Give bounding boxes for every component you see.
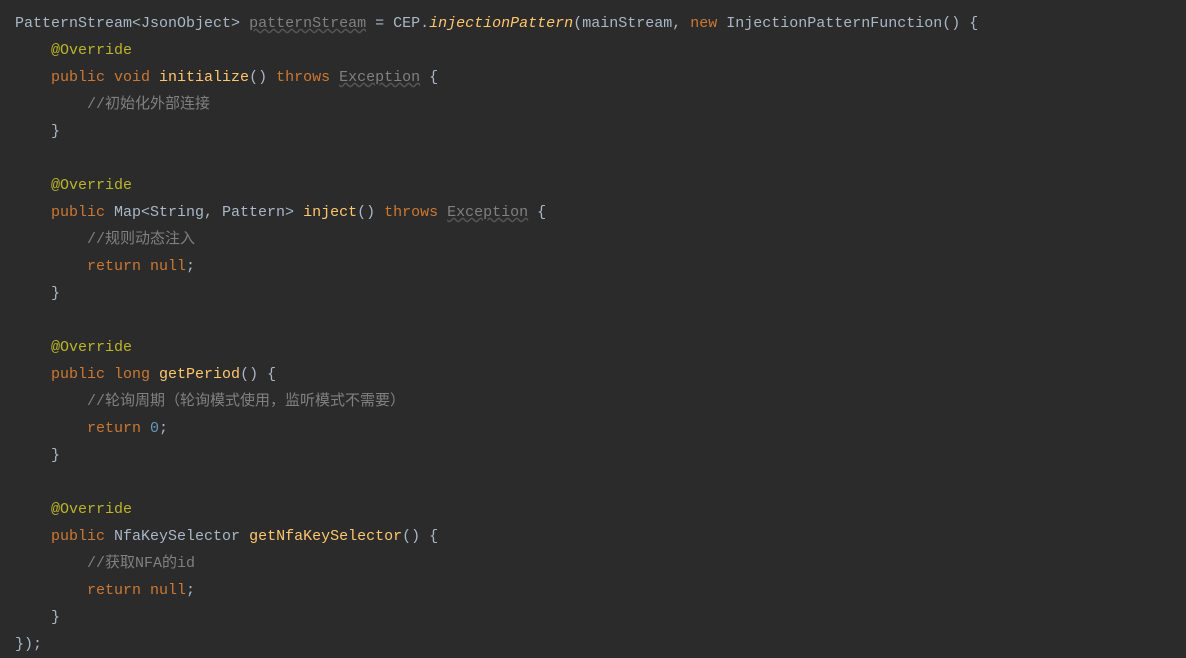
final-close: }); [15,636,42,653]
space [330,69,339,86]
code-line-getperiod: public long getPeriod() { [15,361,1171,388]
public-keyword: public [51,528,114,545]
code-line-override3: @Override [15,334,1171,361]
code-line-getnfakey: public NfaKeySelector getNfaKeySelector(… [15,523,1171,550]
method-name: inject [303,204,357,221]
type-token: PatternStream [15,15,132,32]
code-line-return1: return null; [15,253,1171,280]
constructor: InjectionPatternFunction() { [717,15,978,32]
exception-type: Exception [447,204,528,221]
class-ref: CEP [393,15,420,32]
code-line-return2: return 0; [15,415,1171,442]
code-line-return3: return null; [15,577,1171,604]
close-brace: } [51,609,60,626]
generic-token: <JsonObject> [132,15,240,32]
blank-line [15,469,1171,496]
close-brace: } [51,285,60,302]
semicolon: ; [186,582,195,599]
semicolon: ; [159,420,168,437]
code-line-override4: @Override [15,496,1171,523]
method-name: initialize [159,69,249,86]
code-line-close4: } [15,604,1171,631]
space [438,204,447,221]
code-line-inject: public Map<String, Pattern> inject() thr… [15,199,1171,226]
method-name: getPeriod [159,366,240,383]
code-line-final: }); [15,631,1171,658]
annotation: @Override [51,339,132,356]
close-brace: } [51,123,60,140]
method-name: getNfaKeySelector [249,528,402,545]
null-keyword: null [150,582,186,599]
code-line-comment2: //规则动态注入 [15,226,1171,253]
exception-type: Exception [339,69,420,86]
annotation: @Override [51,42,132,59]
equals: = [366,15,393,32]
parens: () [249,69,276,86]
variable-name: patternStream [249,15,366,32]
code-line-1: PatternStream<JsonObject> patternStream … [15,10,1171,37]
throws-keyword: throws [384,204,438,221]
parens-brace: () { [240,366,276,383]
throws-keyword: throws [276,69,330,86]
return-type: Map<String, Pattern> [114,204,303,221]
blank-line [15,307,1171,334]
return-keyword: return [87,420,150,437]
code-line-comment3: //轮询周期（轮询模式使用，监听模式不需要） [15,388,1171,415]
code-line-comment1: //初始化外部连接 [15,91,1171,118]
comment: //初始化外部连接 [87,96,210,113]
annotation: @Override [51,501,132,518]
long-keyword: long [114,366,159,383]
code-editor[interactable]: PatternStream<JsonObject> patternStream … [15,10,1171,658]
comment: //轮询周期（轮询模式使用，监听模式不需要） [87,393,405,410]
modifiers: public void [51,69,159,86]
dot: . [420,15,429,32]
return-keyword: return [87,582,150,599]
return-type: NfaKeySelector [114,528,249,545]
parens-brace: () { [402,528,438,545]
public-keyword: public [51,204,114,221]
code-line-comment4: //获取NFA的id [15,550,1171,577]
args-open: (mainStream, [573,15,690,32]
brace: { [420,69,438,86]
number-literal: 0 [150,420,159,437]
code-line-initialize: public void initialize() throws Exceptio… [15,64,1171,91]
close-brace: } [51,447,60,464]
code-line-override1: @Override [15,37,1171,64]
semicolon: ; [186,258,195,275]
code-line-close1: } [15,118,1171,145]
code-line-override2: @Override [15,172,1171,199]
method-call: injectionPattern [429,15,573,32]
null-keyword: null [150,258,186,275]
new-keyword: new [690,15,717,32]
code-line-close3: } [15,442,1171,469]
return-keyword: return [87,258,150,275]
comment: //规则动态注入 [87,231,195,248]
blank-line [15,145,1171,172]
public-keyword: public [51,366,114,383]
annotation: @Override [51,177,132,194]
brace: { [528,204,546,221]
code-line-close2: } [15,280,1171,307]
parens: () [357,204,384,221]
comment: //获取NFA的id [87,555,195,572]
